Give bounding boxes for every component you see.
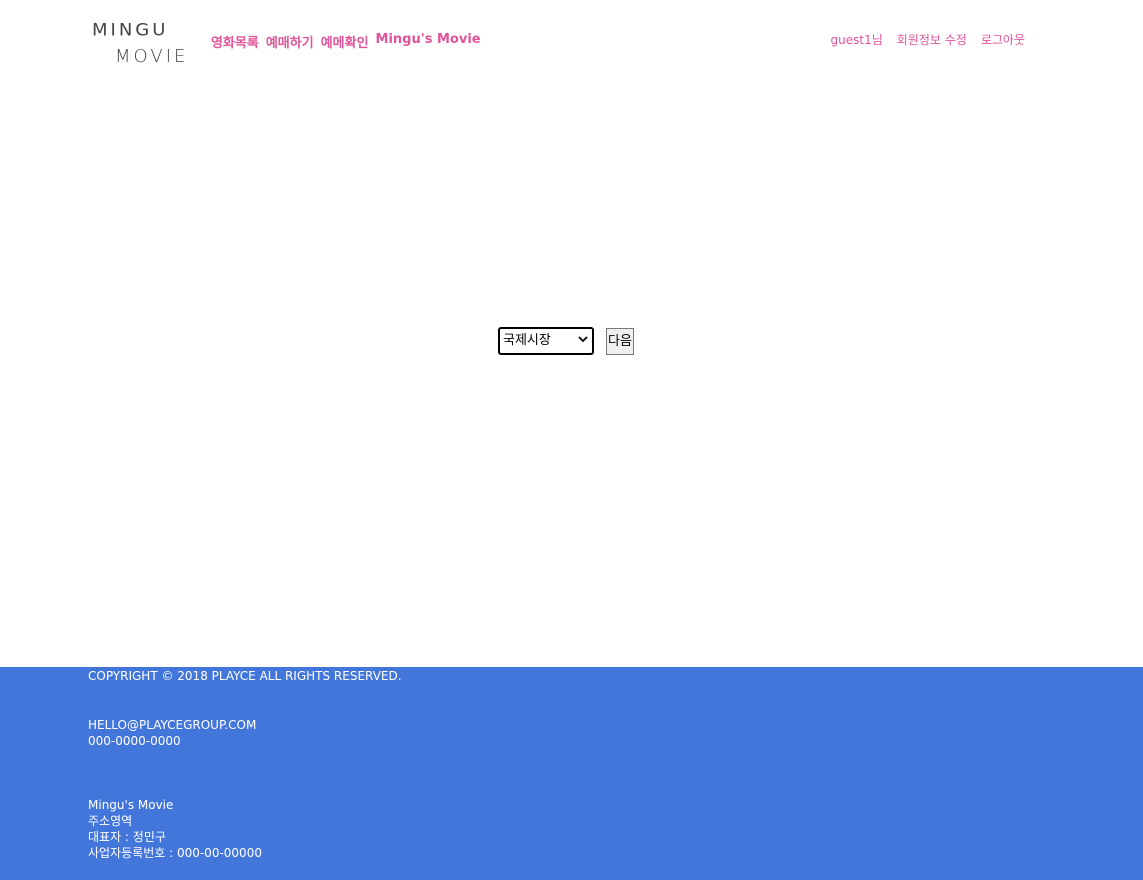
- nav-reserve[interactable]: 예매하기: [266, 32, 314, 51]
- logo[interactable]: MINGU MOVIE: [92, 18, 187, 70]
- logout-link[interactable]: 로그아웃: [981, 31, 1025, 48]
- next-button[interactable]: 다음: [606, 328, 634, 355]
- movie-select-value: 국제시장: [503, 332, 551, 348]
- footer-email: HELLO@PLAYCEGROUP.COM: [88, 718, 257, 732]
- header: MINGU MOVIE 영화목록 예매하기 예메확인 Mingu's Movie…: [0, 0, 1143, 80]
- user-greeting[interactable]: guest1님: [831, 31, 883, 48]
- logo-line-2: MOVIE: [115, 46, 189, 67]
- main-nav: 영화목록 예매하기 예메확인 Mingu's Movie: [211, 32, 481, 51]
- nav-movie-list[interactable]: 영화목록: [211, 32, 259, 51]
- footer-business-number: 사업자등록번호 : 000-00-00000: [88, 846, 262, 860]
- footer-address: 주소영역: [88, 814, 133, 828]
- footer: COPYRIGHT © 2018 PLAYCE ALL RIGHTS RESER…: [0, 667, 1143, 880]
- footer-contact: HELLO@PLAYCEGROUP.COM 000-0000-0000: [88, 717, 256, 749]
- edit-profile-link[interactable]: 회원정보 수정: [897, 31, 967, 48]
- footer-phone: 000-0000-0000: [88, 734, 181, 748]
- nav-reserve-check[interactable]: 예메확인: [321, 32, 369, 51]
- logo-line-1: MINGU: [92, 20, 169, 41]
- footer-copyright: COPYRIGHT © 2018 PLAYCE ALL RIGHTS RESER…: [88, 669, 402, 683]
- chevron-down-icon: [578, 329, 588, 353]
- footer-company-info: Mingu's Movie 주소영역 대표자 : 정민구 사업자등록번호 : 0…: [88, 797, 262, 861]
- page: MINGU MOVIE 영화목록 예매하기 예메확인 Mingu's Movie…: [0, 0, 1143, 880]
- movie-select[interactable]: 국제시장: [498, 326, 594, 355]
- footer-company-name: Mingu's Movie: [88, 798, 174, 812]
- nav-about[interactable]: Mingu's Movie: [376, 32, 481, 51]
- user-nav: guest1님 회원정보 수정 로그아웃: [831, 31, 1025, 48]
- movie-select-form: 국제시장 다음: [498, 326, 634, 355]
- footer-ceo: 대표자 : 정민구: [88, 830, 166, 844]
